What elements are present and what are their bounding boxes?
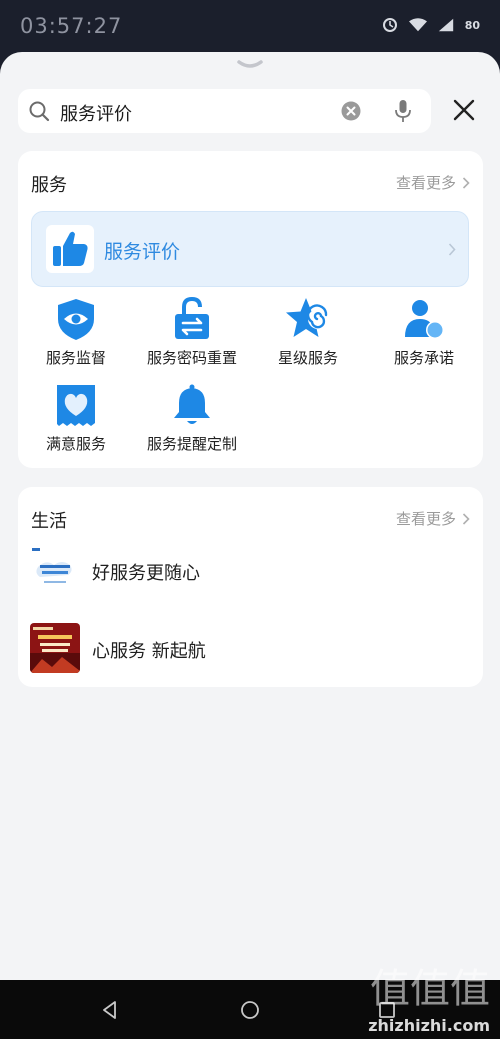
service-item-reminder[interactable]: 服务提醒定制 bbox=[134, 383, 250, 463]
sheet-collapse-handle[interactable] bbox=[235, 58, 265, 72]
watermark: 值值值 zhizhizhi.com bbox=[345, 956, 490, 1036]
life-title: 生活 bbox=[31, 511, 67, 532]
life-item-label: 好服务更随心 bbox=[92, 563, 200, 584]
service-item-label: 服务提醒定制 bbox=[146, 435, 237, 453]
wifi-icon bbox=[408, 16, 427, 34]
close-icon[interactable] bbox=[452, 98, 476, 122]
watermark-glyphs: 值值值 bbox=[370, 966, 490, 1012]
life-thumbnail-image bbox=[30, 623, 80, 673]
service-item-label: 星级服务 bbox=[277, 349, 338, 367]
lock-exchange-icon bbox=[175, 297, 209, 339]
services-title: 服务 bbox=[31, 175, 67, 196]
home-icon[interactable] bbox=[240, 1000, 260, 1020]
life-item[interactable]: 好服务更随心 bbox=[30, 545, 470, 597]
heart-ticket-icon bbox=[57, 385, 95, 426]
life-more-label: 查看更多 bbox=[395, 510, 456, 528]
service-item-label: 满意服务 bbox=[45, 435, 106, 453]
clear-search-icon[interactable] bbox=[341, 101, 361, 121]
star-icon bbox=[286, 298, 328, 337]
service-item-label: 服务监督 bbox=[45, 349, 106, 367]
service-item-label: 服务密码重置 bbox=[146, 349, 237, 367]
alarm-icon bbox=[381, 16, 399, 34]
search-sheet: 服务评价 服务 查看更多 服务评价 服务监督 服务密码重置 星级服务 服务承诺 … bbox=[0, 52, 500, 980]
search-icon bbox=[29, 101, 50, 122]
user-badge-icon bbox=[405, 300, 444, 339]
service-item-password-reset[interactable]: 服务密码重置 bbox=[134, 297, 250, 377]
service-item-label: 服务承诺 bbox=[393, 349, 454, 367]
chevron-right-icon bbox=[462, 512, 470, 525]
services-more-label: 查看更多 bbox=[395, 174, 456, 192]
status-time: 03:57:27 bbox=[20, 14, 123, 38]
service-item-supervision[interactable]: 服务监督 bbox=[18, 297, 134, 377]
chevron-right-icon bbox=[448, 243, 456, 256]
status-bar: 03:57:27 80 bbox=[0, 0, 500, 56]
shield-eye-icon bbox=[58, 299, 94, 340]
featured-label: 服务评价 bbox=[104, 241, 181, 263]
featured-service-evaluation[interactable]: 服务评价 bbox=[31, 211, 469, 287]
bell-icon bbox=[174, 384, 210, 424]
services-card: 服务 查看更多 服务评价 服务监督 服务密码重置 星级服务 服务承诺 满意服务 … bbox=[18, 151, 483, 468]
mic-icon[interactable] bbox=[393, 99, 413, 123]
chevron-right-icon bbox=[462, 176, 470, 189]
thumbs-up-icon bbox=[46, 225, 94, 273]
life-thumbnail-image bbox=[30, 545, 80, 595]
watermark-url: zhizhizhi.com bbox=[368, 1016, 490, 1035]
search-input[interactable]: 服务评价 bbox=[60, 100, 132, 126]
battery-level: 80 bbox=[464, 18, 480, 32]
life-item-label: 心服务 新起航 bbox=[92, 641, 206, 662]
signal-icon bbox=[437, 16, 455, 34]
status-icons: 80 bbox=[381, 16, 480, 34]
services-more-link[interactable]: 查看更多 bbox=[396, 172, 470, 193]
search-bar[interactable]: 服务评价 bbox=[18, 89, 431, 133]
life-item[interactable]: 心服务 新起航 bbox=[30, 623, 470, 675]
service-item-commitment[interactable]: 服务承诺 bbox=[366, 297, 482, 377]
service-item-satisfaction[interactable]: 满意服务 bbox=[18, 383, 134, 463]
life-card: 生活 查看更多 好服务更随心 心服务 新起航 bbox=[18, 487, 483, 687]
life-more-link[interactable]: 查看更多 bbox=[396, 508, 470, 529]
service-item-star-service[interactable]: 星级服务 bbox=[250, 297, 366, 377]
back-icon[interactable] bbox=[100, 1000, 120, 1020]
